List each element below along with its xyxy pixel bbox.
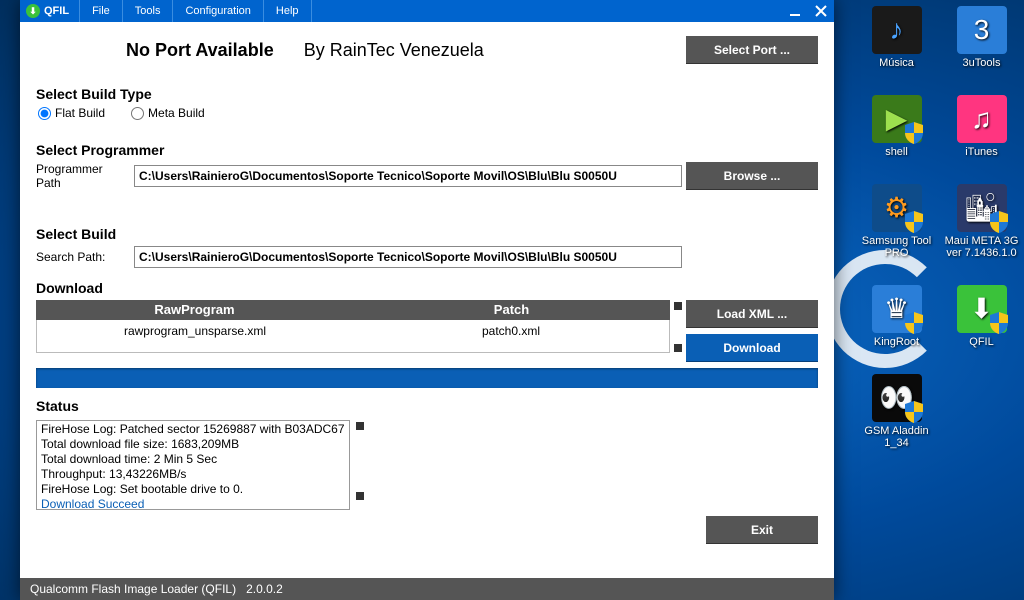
desktop-icon-label: QFIL [969,336,993,348]
desktop-icon[interactable]: ▶ shell [855,95,939,158]
menu-tools[interactable]: Tools [123,0,174,22]
app-icon: ♛ [872,285,922,333]
status-line: Total download time: 2 Min 5 Sec [41,452,345,467]
status-line: Download Succeed [41,497,345,510]
app-icon: ▶ [872,95,922,143]
uac-shield-icon [989,210,1009,234]
programmer-path-input[interactable] [134,165,682,187]
byline: By RainTec Venezuela [304,40,484,61]
section-build: Select Build [36,226,818,242]
section-programmer: Select Programmer [36,142,818,158]
desktop-icon-label: Maui META 3G ver 7.1436.1.0 [940,235,1024,259]
desktop-icon[interactable]: 3 3uTools [940,6,1024,69]
select-port-button[interactable]: Select Port ... [686,36,818,64]
status-line: Throughput: 13,43226MB/s [41,467,345,482]
col-rawprogram: RawProgram [36,300,353,320]
status-bar-app: Qualcomm Flash Image Loader (QFIL) [30,582,236,596]
uac-shield-icon [904,210,924,234]
status-line: FireHose Log: Patched sector 15269887 wi… [41,422,345,437]
app-logo-icon: ⬇ [26,4,40,18]
menu-configuration[interactable]: Configuration [173,0,263,22]
desktop-icon-label: GSM Aladdin 1_34 [855,425,939,449]
desktop-icon[interactable]: ♪ Música [855,6,939,69]
browse-button[interactable]: Browse ... [686,162,818,190]
minimize-button[interactable] [782,0,808,22]
app-icon: ♫ [957,95,1007,143]
desktop-icon[interactable]: ⬇ QFIL [940,285,1024,348]
app-icon: 3 [957,6,1007,54]
app-title-text: QFIL [44,5,69,17]
download-table-row[interactable]: rawprogram_unsparse.xml patch0.xml [36,320,670,353]
desktop-icon-label: iTunes [965,146,998,158]
download-table-header: RawProgram Patch [36,300,670,320]
app-icon: ⬇ [957,285,1007,333]
desktop-icon[interactable]: ♛ KingRoot [855,285,939,348]
search-path-label: Search Path: [36,250,130,264]
desktop-icon-label: KingRoot [874,336,919,348]
app-icon: 👀 [872,374,922,422]
dl-step-minus-icon[interactable] [674,302,682,310]
status-log[interactable]: FireHose Log: Patched sector 15269887 wi… [36,420,350,510]
desktop-icon[interactable]: ♫ iTunes [940,95,1024,158]
desktop-icon-label: Samsung Tool PRO [855,235,939,259]
section-build-type: Select Build Type [36,86,818,102]
cell-rawprogram: rawprogram_unsparse.xml [37,324,353,338]
flat-build-radio[interactable]: Flat Build [38,106,105,120]
close-button[interactable] [808,0,834,22]
search-path-input[interactable] [134,246,682,268]
app-icon: 🏙 [957,184,1007,232]
status-step-top-icon[interactable] [356,422,364,430]
status-bar-version: 2.0.0.2 [246,582,283,596]
desktop-icon-label: Música [879,57,914,69]
section-status: Status [36,398,818,414]
menu-file[interactable]: File [80,0,123,22]
meta-build-radio[interactable]: Meta Build [131,106,205,120]
desktop-icon[interactable]: 🏙 Maui META 3G ver 7.1436.1.0 [940,184,1024,259]
app-icon: ⚙ [872,184,922,232]
desktop-icon-label: 3uTools [963,57,1001,69]
programmer-path-label: Programmer Path [36,162,130,190]
uac-shield-icon [904,400,924,424]
port-status: No Port Available [126,40,274,61]
dl-step-plus-icon[interactable] [674,344,682,352]
status-line: FireHose Log: Set bootable drive to 0. [41,482,345,497]
load-xml-button[interactable]: Load XML ... [686,300,818,328]
status-step-bot-icon[interactable] [356,492,364,500]
exit-button[interactable]: Exit [706,516,818,544]
qfil-window: ⬇ QFIL File Tools Configuration Help No … [20,0,834,600]
app-icon: ♪ [872,6,922,54]
section-download: Download [36,280,818,296]
app-title: ⬇ QFIL [20,0,80,22]
uac-shield-icon [904,121,924,145]
col-patch: Patch [353,300,670,320]
menu-help[interactable]: Help [264,0,312,22]
cell-patch: patch0.xml [353,324,669,338]
desktop-icon[interactable]: 👀 GSM Aladdin 1_34 [855,374,939,449]
titlebar: ⬇ QFIL File Tools Configuration Help [20,0,834,22]
desktop-icon[interactable]: ⚙ Samsung Tool PRO [855,184,939,259]
uac-shield-icon [904,311,924,335]
status-bar: Qualcomm Flash Image Loader (QFIL) 2.0.0… [20,578,834,600]
uac-shield-icon [989,311,1009,335]
status-line: Total download file size: 1683,209MB [41,437,345,452]
desktop-icon-label: shell [885,146,908,158]
progress-bar [36,368,818,388]
download-button[interactable]: Download [686,334,818,362]
